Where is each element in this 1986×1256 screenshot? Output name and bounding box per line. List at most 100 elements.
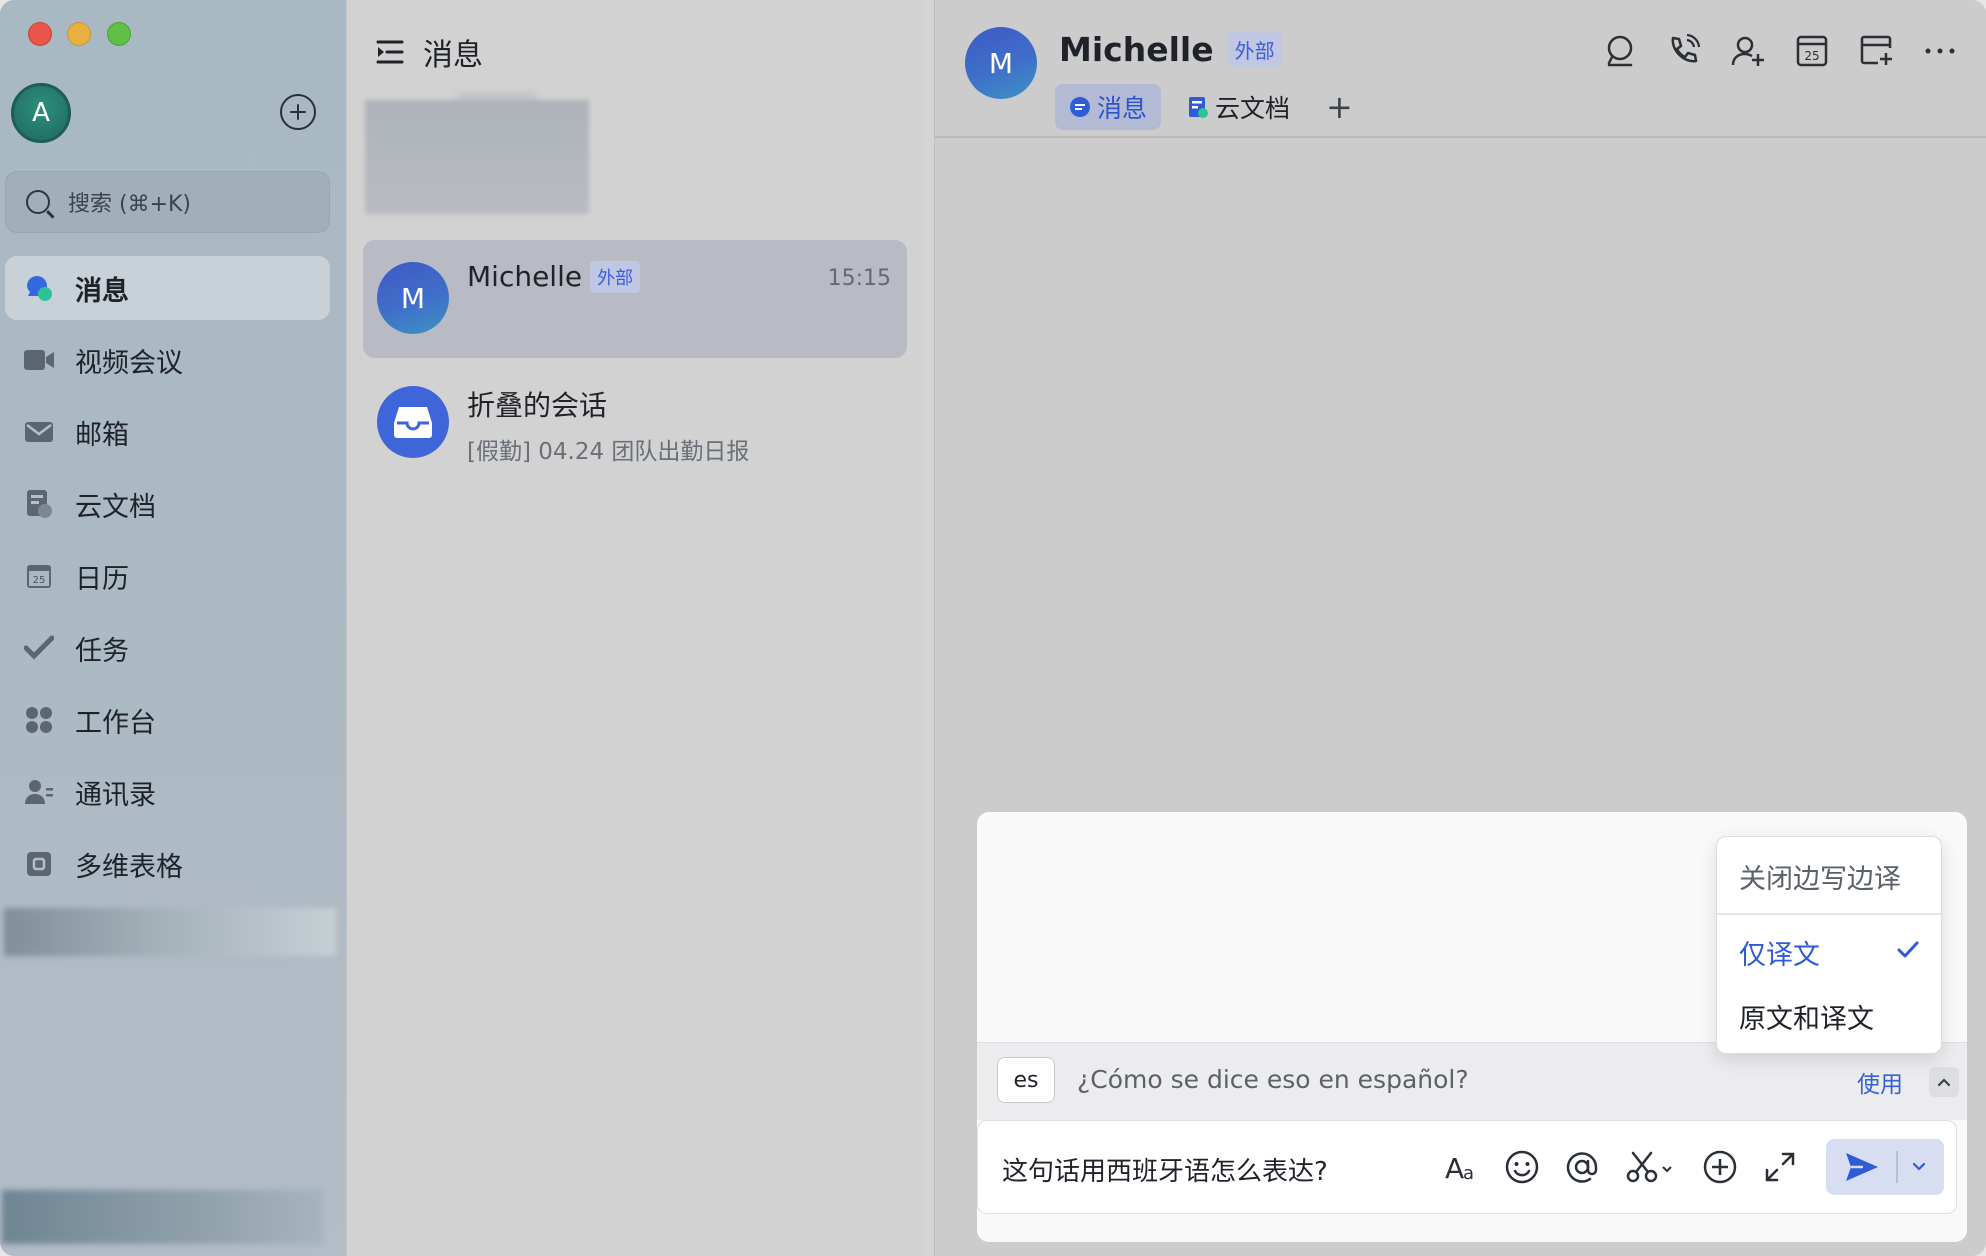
chat-bubble-icon	[23, 272, 55, 304]
tab-messages[interactable]: 消息	[1055, 84, 1162, 130]
window-maximize-button[interactable]	[107, 22, 131, 46]
conversation-name-text: Michelle	[467, 260, 583, 293]
blurred-banner	[365, 100, 589, 214]
conversation-time: 15:15	[827, 266, 891, 291]
chat-name: Michelle	[1059, 30, 1214, 69]
list-header: 消息	[375, 30, 483, 74]
conversation-list-panel: 消息 M Michelle 外部 15:15 折叠的会话 [假勤] 04.24 …	[346, 0, 922, 1256]
sidebar-item-workbench[interactable]: 工作台	[5, 688, 330, 752]
svg-text:A: A	[1445, 1152, 1464, 1185]
send-divider	[1896, 1151, 1898, 1183]
sidebar-item-label: 通讯录	[75, 779, 156, 811]
new-window-icon[interactable]	[1859, 34, 1893, 68]
svg-text:25: 25	[33, 575, 46, 586]
sidebar: A 搜索 (⌘+K) 消息 视频会议 邮箱 云文档 25 日历 任务 工作台 通…	[0, 0, 346, 1256]
message-input-row: 这句话用西班牙语怎么表达? Aa	[977, 1120, 1957, 1214]
search-icon	[26, 190, 50, 214]
contacts-icon	[23, 776, 55, 808]
chat-avatar[interactable]: M	[965, 27, 1037, 99]
send-button-group	[1826, 1139, 1944, 1195]
inbox-tray-icon	[377, 386, 449, 458]
plus-circle-icon[interactable]	[1700, 1147, 1740, 1187]
more-icon[interactable]	[1923, 34, 1957, 68]
add-member-icon[interactable]	[1731, 34, 1765, 68]
translation-preview: ¿Cómo se dice eso en español?	[1077, 1065, 1469, 1094]
calendar-icon: 25	[23, 560, 55, 592]
conversation-item-folded[interactable]: 折叠的会话 [假勤] 04.24 团队出勤日报	[363, 366, 907, 484]
send-icon[interactable]	[1844, 1151, 1880, 1183]
sidebar-item-mail[interactable]: 邮箱	[5, 400, 330, 464]
workbench-grid-icon	[23, 704, 55, 736]
chat-tabs: 消息 云文档 +	[1055, 84, 1353, 130]
tab-label: 云文档	[1215, 94, 1291, 123]
sidebar-item-label: 多维表格	[75, 851, 183, 883]
phone-call-icon[interactable]	[1666, 33, 1701, 68]
sidebar-item-label: 云文档	[75, 491, 156, 523]
tab-cloud-docs[interactable]: 云文档	[1173, 84, 1304, 130]
sidebar-item-calendar[interactable]: 25 日历	[5, 544, 330, 608]
base-table-icon	[23, 848, 55, 880]
search-chat-icon[interactable]	[1603, 34, 1637, 68]
menu-item-original-and-translation[interactable]: 原文和译文	[1739, 997, 1874, 1036]
sidebar-item-video-meetings[interactable]: 视频会议	[5, 328, 330, 392]
sidebar-item-label: 视频会议	[75, 347, 183, 379]
menu-item-turn-off-translation[interactable]: 关闭边写边译	[1739, 857, 1901, 896]
list-title: 消息	[423, 38, 483, 73]
chat-panel: M Michelle 外部 25 消息 云文档 + es ¿Cómo se di…	[934, 0, 1986, 1256]
external-tag: 外部	[1227, 32, 1282, 67]
sidebar-item-contacts[interactable]: 通讯录	[5, 760, 330, 824]
chat-bubble-icon	[1070, 97, 1090, 117]
search-placeholder: 搜索 (⌘+K)	[68, 192, 192, 217]
svg-text:a: a	[1463, 1163, 1474, 1184]
calendar-25-icon[interactable]: 25	[1795, 34, 1829, 68]
cloud-doc-icon	[23, 488, 55, 520]
mention-icon[interactable]	[1562, 1147, 1602, 1187]
video-camera-icon	[23, 344, 55, 376]
sidebar-item-cloud-docs[interactable]: 云文档	[5, 472, 330, 536]
emoji-icon[interactable]	[1502, 1147, 1542, 1187]
sidebar-item-label: 消息	[75, 275, 129, 307]
collapse-sidebar-icon[interactable]	[375, 37, 405, 67]
sidebar-item-label: 工作台	[75, 707, 156, 739]
task-check-icon	[23, 632, 55, 664]
window-minimize-button[interactable]	[67, 22, 91, 46]
conversation-item-michelle[interactable]: M Michelle 外部 15:15	[363, 240, 907, 358]
scissors-icon[interactable]	[1624, 1147, 1678, 1187]
blurred-nav-item	[4, 908, 336, 956]
language-badge[interactable]: es	[997, 1057, 1055, 1103]
chat-title: Michelle 外部	[1059, 30, 1282, 69]
sidebar-item-base[interactable]: 多维表格	[5, 832, 330, 896]
translation-options-toggle[interactable]	[1929, 1067, 1959, 1097]
sidebar-item-messages[interactable]: 消息	[5, 256, 330, 320]
sidebar-item-label: 任务	[75, 635, 129, 667]
message-input[interactable]: 这句话用西班牙语怎么表达?	[1002, 1151, 1328, 1188]
sidebar-item-label: 日历	[75, 563, 129, 595]
mail-icon	[23, 416, 55, 448]
app-window: A 搜索 (⌘+K) 消息 视频会议 邮箱 云文档 25 日历 任务 工作台 通…	[0, 0, 1986, 1256]
conversation-preview: [假勤] 04.24 团队出勤日报	[467, 439, 750, 465]
calendar-day: 25	[1804, 49, 1819, 63]
chat-header: M Michelle 外部 25 消息 云文档 +	[935, 0, 1986, 138]
window-close-button[interactable]	[28, 22, 52, 46]
menu-divider	[1717, 913, 1943, 915]
expand-icon[interactable]	[1760, 1147, 1800, 1187]
menu-item-translation-only[interactable]: 仅译文	[1739, 933, 1820, 972]
conversation-name: Michelle 外部	[467, 260, 641, 293]
conversation-name: 折叠的会话	[467, 389, 608, 422]
add-tab-button[interactable]: +	[1326, 88, 1353, 126]
external-tag: 外部	[590, 260, 641, 293]
user-avatar[interactable]: A	[11, 83, 71, 143]
create-new-button[interactable]	[280, 94, 316, 130]
send-options-chevron-icon[interactable]	[1910, 1159, 1928, 1173]
sidebar-item-label: 邮箱	[75, 419, 129, 451]
search-input[interactable]: 搜索 (⌘+K)	[5, 171, 330, 233]
translation-mode-menu: 关闭边写边译 仅译文 原文和译文	[1716, 836, 1943, 1054]
tab-label: 消息	[1097, 94, 1148, 123]
font-format-icon[interactable]: Aa	[1442, 1147, 1482, 1187]
checkmark-icon	[1897, 941, 1919, 958]
chevron-up-icon	[1937, 1078, 1951, 1087]
sidebar-item-tasks[interactable]: 任务	[5, 616, 330, 680]
blurred-footer	[2, 1190, 324, 1244]
cloud-doc-icon	[1189, 97, 1209, 118]
use-translation-button[interactable]: 使用	[1857, 1065, 1903, 1099]
